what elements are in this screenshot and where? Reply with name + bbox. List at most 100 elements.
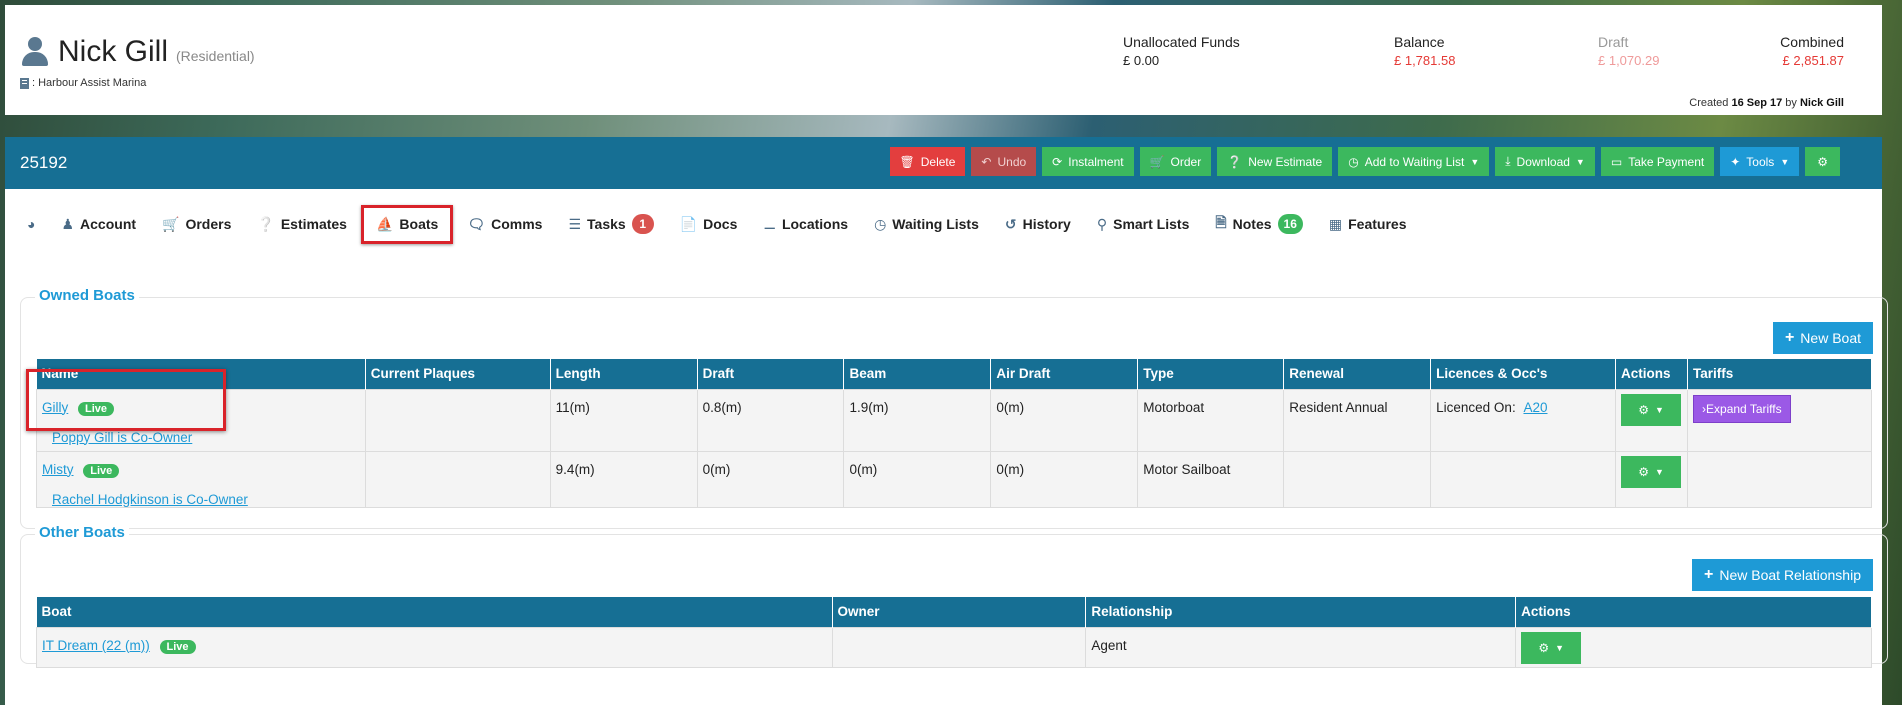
table-header-row: Name Current Plaques Length Draft Beam A… [36, 359, 1872, 389]
undo-button-label: Undo [997, 154, 1027, 169]
tab-docs[interactable]: 📄 Docs [680, 216, 738, 233]
customer-name: Nick Gill [58, 35, 168, 68]
cart-icon: 🛒 [162, 215, 180, 232]
licence-link[interactable]: A20 [1523, 400, 1547, 415]
coowner-link[interactable]: Poppy Gill is Co-Owner [52, 430, 360, 445]
plaques-cell [364, 450, 551, 508]
tab-orders[interactable]: 🛒 Orders [162, 216, 231, 233]
caret-down-icon: ▼ [1470, 156, 1480, 167]
column-header[interactable]: Renewal [1283, 359, 1432, 389]
delete-button[interactable]: 🗑 Delete [889, 147, 966, 176]
column-header[interactable]: Type [1137, 359, 1285, 389]
owned-boats-title: Owned Boats [35, 287, 139, 304]
combined-value: £ 2,851.87 [1782, 53, 1844, 68]
new-estimate-button-label: New Estimate [1248, 154, 1323, 169]
add-to-waiting-list-label: Add to Waiting List [1364, 154, 1465, 169]
column-header[interactable]: Draft [697, 359, 845, 389]
settings-button[interactable]: ⚙ [1805, 147, 1840, 176]
tools-button[interactable]: ✦ Tools ▼ [1720, 147, 1800, 176]
document-icon: 📄 [679, 215, 698, 232]
expand-tariffs-button[interactable]: ›Expand Tariffs [1693, 394, 1791, 423]
other-boats-title: Other Boats [35, 524, 129, 541]
caret-down-icon: ▼ [1555, 642, 1564, 653]
tab-estimates[interactable]: ❔ Estimates [257, 216, 347, 233]
tab-tasks[interactable]: ☰ Tasks 1 [568, 214, 654, 234]
tab-tasks-label: Tasks [587, 216, 626, 232]
plaques-cell [364, 388, 551, 452]
new-boat-relationship-label: New Boat Relationship [1719, 567, 1861, 583]
new-boat-button[interactable]: + New Boat [1772, 322, 1873, 354]
column-header[interactable]: Boat [36, 597, 833, 627]
length-cell: 11(m) [549, 388, 698, 452]
card-icon: ▭ [1610, 154, 1623, 169]
add-to-waiting-list-button[interactable]: ◷ Add to Waiting List ▼ [1338, 147, 1490, 176]
order-button[interactable]: 🛒 Order [1139, 147, 1212, 176]
new-estimate-button[interactable]: ❔ New Estimate [1217, 147, 1333, 176]
tab-boats-label: Boats [399, 216, 439, 232]
comments-icon: 🗨 [467, 215, 486, 232]
instalment-button[interactable]: ⟳ Instalment [1042, 147, 1134, 176]
tools-button-label: Tools [1746, 154, 1775, 169]
column-header[interactable]: Owner [832, 597, 1087, 627]
column-header[interactable]: Air Draft [990, 359, 1139, 389]
caret-down-icon: ▼ [1575, 156, 1585, 167]
tab-features[interactable]: ▦ Features [1329, 216, 1407, 233]
balance: Balance £ 1,781.58 [1394, 34, 1455, 68]
tab-boats[interactable]: ⛵ Boats [360, 204, 454, 244]
new-boat-relationship-button[interactable]: + New Boat Relationship [1692, 559, 1873, 591]
coowner-link[interactable]: Rachel Hodgkinson is Co-Owner [52, 492, 360, 507]
take-payment-button[interactable]: ▭ Take Payment [1600, 147, 1715, 176]
draft-cell: 0(m) [696, 450, 845, 508]
download-button[interactable]: ⤓ Download ▼ [1495, 147, 1595, 176]
gears-icon: ⚙ [1638, 402, 1649, 417]
licence-text: Licenced On: [1436, 399, 1516, 415]
column-header[interactable]: Length [550, 359, 698, 389]
draft-label: Draft [1598, 34, 1629, 50]
tab-waiting-lists[interactable]: ◷ Waiting Lists [874, 216, 979, 233]
building-icon [20, 77, 29, 89]
question-icon: ❔ [257, 215, 275, 232]
tab-smart-lists[interactable]: ⚲ Smart Lists [1097, 216, 1190, 233]
tab-comms-label: Comms [491, 216, 543, 232]
column-header[interactable]: Relationship [1085, 597, 1517, 627]
renewal-cell: Resident Annual [1283, 388, 1432, 452]
boat-name-link[interactable]: Misty [42, 462, 74, 477]
balance-value: £ 1,781.58 [1394, 53, 1456, 68]
column-header[interactable]: Beam [843, 359, 992, 389]
plus-icon: + [1784, 329, 1795, 346]
boat-name-link[interactable]: IT Dream (22 (m)) [42, 638, 150, 653]
tariffs-cell: ›Expand Tariffs [1687, 388, 1872, 452]
status-badge: Live [159, 639, 196, 654]
tab-account[interactable]: ♟ Account [61, 216, 136, 233]
type-cell: Motor Sailboat [1137, 450, 1285, 508]
tab-comms[interactable]: 🗨 Comms [467, 216, 542, 233]
beam-cell: 1.9(m) [843, 388, 992, 452]
wand-icon: ✦ [1730, 154, 1741, 169]
grid-icon: ▦ [1328, 215, 1343, 232]
tab-orders-label: Orders [185, 216, 232, 232]
tab-locations[interactable]: ⚊ Locations [763, 216, 848, 233]
table-row: IT Dream (22 (m)) Live Agent ⚙ ▼ [36, 626, 1872, 668]
unallocated-funds: Unallocated Funds £ 0.00 [1123, 34, 1240, 68]
tab-dashboard[interactable]: ◕ [27, 216, 35, 232]
tab-notes[interactable]: 🗎 Notes 16 [1215, 212, 1303, 236]
tab-history[interactable]: ↺ History [1005, 216, 1071, 233]
lightbulb-icon: ⚲ [1096, 215, 1108, 232]
note-icon: 🗎 [1215, 214, 1227, 230]
caret-down-icon: ▼ [1780, 156, 1790, 167]
cart-icon: 🛒 [1149, 154, 1165, 169]
undo-button[interactable]: ↶ Undo [971, 147, 1037, 176]
clock-icon: ◷ [1348, 154, 1359, 169]
actions-dropdown-button[interactable]: ⚙ ▼ [1621, 393, 1682, 426]
unallocated-funds-label: Unallocated Funds [1123, 34, 1240, 50]
clock-icon: ◷ [874, 215, 887, 232]
actions-dropdown-button[interactable]: ⚙ ▼ [1621, 455, 1682, 488]
actions-dropdown-button[interactable]: ⚙ ▼ [1521, 631, 1582, 664]
owned-boats-table: Name Current Plaques Length Draft Beam A… [36, 359, 1872, 508]
column-header[interactable]: Current Plaques [365, 359, 551, 389]
tasks-count-badge: 1 [631, 214, 654, 234]
combined-label: Combined [1780, 34, 1844, 50]
created-prefix: Created [1689, 97, 1729, 109]
bed-icon: ⚊ [763, 215, 776, 232]
column-header[interactable]: Licences & Occ's [1430, 359, 1617, 389]
